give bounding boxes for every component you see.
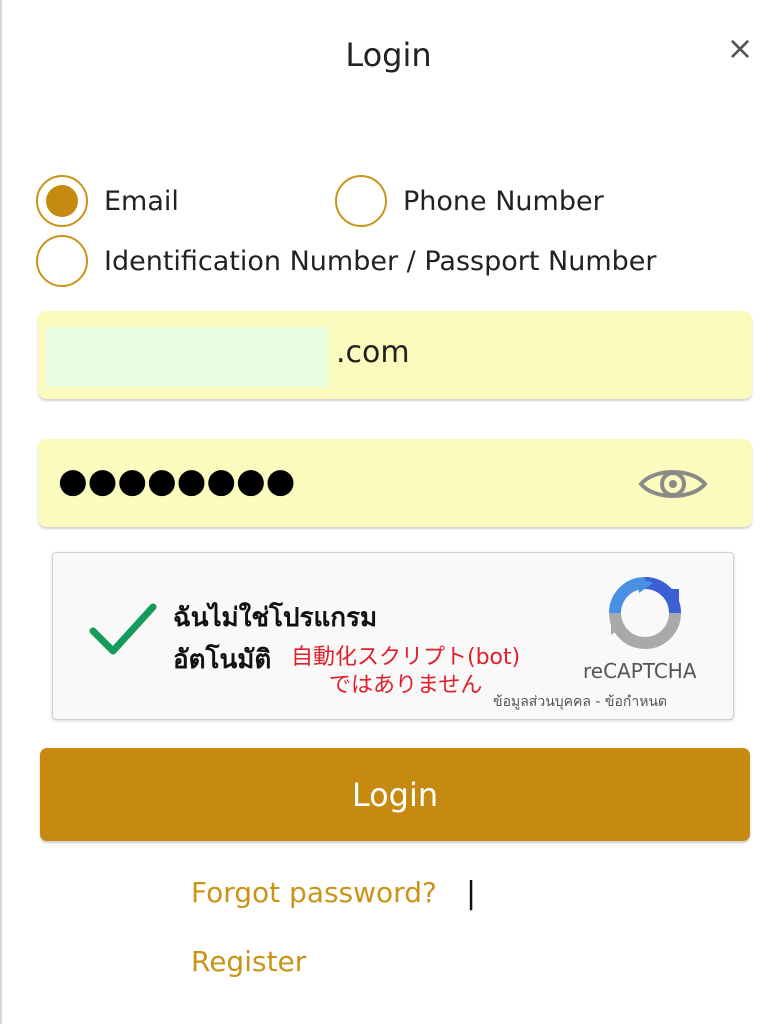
recaptcha-logo-icon [609, 577, 681, 649]
password-value: ●●●●●●●● [58, 461, 296, 501]
email-redaction [46, 327, 328, 387]
recaptcha-jp-line2: ではありません [329, 673, 483, 698]
radio-id-passport[interactable]: Identification Number / Passport Number [36, 235, 656, 287]
radio-phone-label: Phone Number [403, 185, 604, 217]
login-button[interactable]: Login [40, 748, 750, 841]
recaptcha-privacy-terms[interactable]: ข้อมูลส่วนบุคคล - ข้อกำหนด [493, 691, 667, 713]
email-field[interactable]: .com [38, 311, 752, 399]
radio-circle[interactable] [36, 235, 88, 287]
password-field[interactable]: ●●●●●●●● [38, 439, 752, 527]
register-link[interactable]: Register [191, 945, 306, 978]
recaptcha-widget: ฉันไม่ใช่โปรแกรม อัตโนมัติ 自動化スクリプト(bot)… [52, 552, 734, 720]
radio-phone[interactable]: Phone Number [335, 175, 604, 227]
recaptcha-brand: reCAPTCHA [583, 659, 697, 683]
forgot-password-link[interactable]: Forgot password? [191, 876, 437, 909]
email-value: .com [336, 335, 410, 370]
radio-email[interactable]: Email [36, 175, 179, 227]
radio-circle[interactable] [335, 175, 387, 227]
eye-icon[interactable] [638, 465, 708, 503]
window-edge [0, 0, 2, 1024]
radio-email-label: Email [104, 185, 179, 217]
radio-selected-dot [46, 185, 78, 217]
radio-circle[interactable] [36, 175, 88, 227]
close-icon[interactable]: × [724, 30, 756, 66]
radio-id-passport-label: Identification Number / Passport Number [104, 245, 657, 277]
link-separator: | [466, 876, 477, 911]
checkmark-icon[interactable] [89, 601, 157, 657]
recaptcha-label-line1: ฉันไม่ใช่โปรแกรม [173, 603, 378, 633]
recaptcha-label-line2: อัตโนมัติ [173, 645, 272, 675]
page-title: Login [345, 36, 432, 74]
